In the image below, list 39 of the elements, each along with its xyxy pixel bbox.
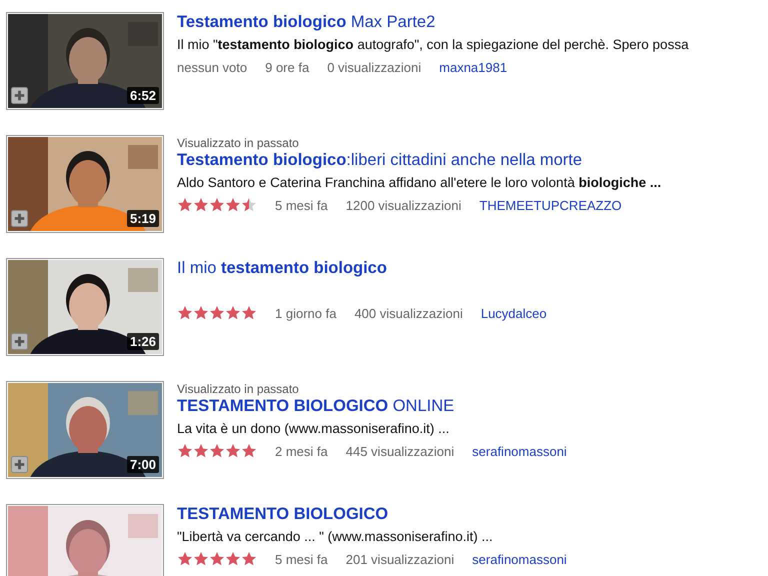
upload-age: 2 mesi fa	[275, 444, 328, 458]
duration-badge: 5:19	[126, 210, 159, 227]
video-description: Aldo Santoro e Caterina Franchina affidano all'etere le loro volontà biologiche ...	[177, 174, 662, 192]
view-count: 445 visualizzazioni	[346, 444, 454, 458]
upload-age: 9 ore fa	[265, 60, 310, 74]
add-icon[interactable]	[11, 333, 28, 350]
channel-link[interactable]: serafinomassoni	[472, 552, 567, 566]
view-count: 1200 visualizzazioni	[346, 198, 462, 212]
video-title-link[interactable]: Testamento biologico Max Parte2	[177, 12, 436, 32]
add-icon[interactable]	[11, 210, 28, 227]
rating-text: nessun voto	[177, 60, 248, 74]
watched-label: Visualizzato in passato	[177, 136, 299, 150]
upload-age: 5 mesi fa	[275, 198, 328, 212]
video-description: Il mio "testamento biologico autografo", con la spiegazione del perchè. Spero possa	[177, 36, 689, 54]
video-title-link[interactable]: TESTAMENTO BIOLOGICO	[177, 504, 388, 524]
video-thumbnail[interactable]: 6:52	[6, 12, 164, 110]
channel-link[interactable]: THEMEETUPCREAZZO	[479, 198, 622, 212]
duration-badge: 1:26	[126, 333, 159, 350]
video-description: La vita è un dono (www.massoniserafino.it) ...	[177, 420, 450, 438]
upload-age: 1 giorno fa	[275, 306, 336, 320]
duration-badge: 6:52	[126, 87, 159, 104]
video-thumbnail[interactable]: 1:26	[6, 258, 164, 356]
view-count: 201 visualizzazioni	[346, 552, 454, 566]
video-title-link[interactable]: TESTAMENTO BIOLOGICO ONLINE	[177, 396, 454, 416]
video-title-link[interactable]: Il mio testamento biologico	[177, 258, 387, 278]
view-count: 0 visualizzazioni	[327, 60, 422, 74]
view-count: 400 visualizzazioni	[354, 306, 463, 320]
video-thumbnail[interactable]: 5:19	[6, 135, 164, 233]
upload-age: 5 mesi fa	[275, 552, 328, 566]
add-icon[interactable]	[11, 87, 28, 104]
video-description: "Libertà va cercando ... " (www.massoniserafino.it) ...	[177, 528, 493, 546]
channel-link[interactable]: maxna1981	[439, 60, 508, 74]
add-icon[interactable]	[11, 456, 28, 473]
channel-link[interactable]: serafinomassoni	[472, 444, 567, 458]
watched-label: Visualizzato in passato	[177, 382, 299, 396]
video-thumbnail[interactable]: 7:00	[6, 381, 164, 479]
channel-link[interactable]: Lucydalceo	[480, 306, 547, 320]
duration-badge: 7:00	[126, 456, 159, 473]
video-title-link[interactable]: Testamento biologico:liberi cittadini anche nella morte	[177, 150, 582, 170]
